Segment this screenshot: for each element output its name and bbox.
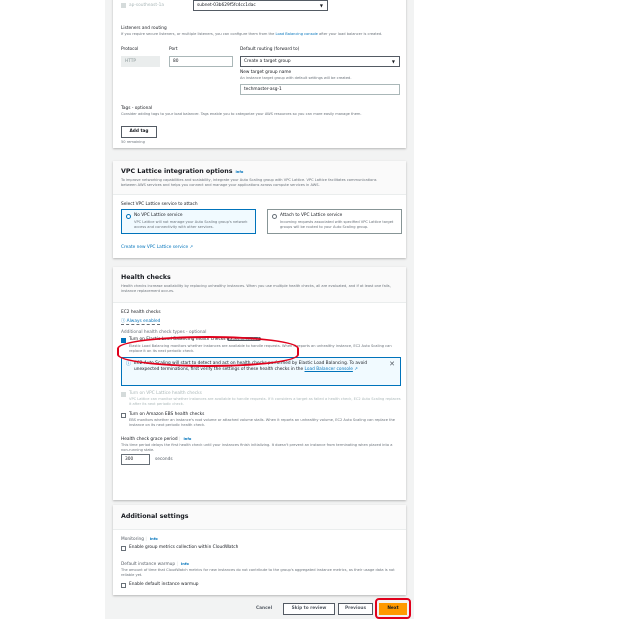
health-title: Health checks (121, 274, 171, 281)
lattice-select-label: Select VPC Lattice service to attach (121, 202, 198, 207)
add-tag-button[interactable]: Add tag (121, 126, 157, 138)
previous-button[interactable]: Previous (338, 603, 373, 615)
az-checkbox[interactable] (121, 3, 126, 8)
lb-console-link[interactable]: Load Balancing console (276, 32, 318, 36)
health-checks-card: Health checks Health checks increase ava… (113, 267, 406, 500)
info-link[interactable]: Info (235, 170, 243, 174)
warmup-label: Default instance warmup | Info (121, 562, 189, 567)
skip-to-review-button[interactable]: Skip to review (283, 603, 335, 615)
tags-title: Tags - optional (121, 106, 153, 111)
tags-remaining: 50 remaining (121, 140, 145, 144)
option-label: Attach to VPC Lattice service (280, 213, 343, 218)
lattice-desc: To improve networking capabilities and s… (121, 178, 377, 187)
listeners-desc: If you require secure listeners, or mult… (121, 32, 383, 36)
additional-hc-label: Additional health check types - optional (121, 330, 207, 335)
health-desc: Health checks increase availability by r… (121, 284, 391, 293)
protocol-field: HTTP (121, 56, 160, 67)
caret-down-icon: ▼ (391, 59, 395, 64)
additional-settings-card: Additional settings Monitoring | Info Ena… (113, 505, 406, 595)
lattice-hc-desc: VPC Lattice can monitor whether instance… (129, 397, 401, 406)
radio-attach-lattice[interactable]: Attach to VPC Lattice service Incoming r… (267, 209, 402, 234)
additional-header: Additional settings (113, 505, 406, 530)
ebs-hc-label: Turn on Amazon EBS health checks (129, 412, 205, 417)
option-desc: Incoming requests associated with specif… (280, 220, 394, 229)
metrics-checkbox[interactable] (121, 546, 126, 551)
grace-label: Health check grace period | Info (121, 437, 192, 442)
lb-console-link[interactable]: Load Balancer console (305, 367, 353, 372)
warmup-checkbox[interactable] (121, 583, 126, 588)
grace-desc: This time period delays the first health… (121, 443, 393, 452)
info-circle-icon: ⓘ (121, 319, 126, 324)
port-label: Port (169, 47, 178, 52)
close-icon[interactable]: ✕ (389, 360, 395, 368)
cancel-button[interactable]: Cancel (256, 606, 272, 611)
tg-name-desc: An instance target group with default se… (240, 76, 352, 80)
radio-unselected-icon (272, 214, 277, 219)
tg-name-input[interactable]: techmaster-asg-1 (240, 84, 400, 95)
lattice-hc-label: Turn on VPC Lattice health checks (129, 391, 202, 396)
create-lattice-link[interactable]: Create new VPC Lattice service ↗ (121, 245, 193, 250)
grace-input[interactable]: 300 (121, 454, 150, 465)
radio-selected-icon (126, 214, 131, 219)
warmup-cb-label: Enable default instance warmup (129, 582, 199, 587)
routing-select[interactable]: Create a target group ▼ (240, 56, 400, 67)
vpc-lattice-card: VPC Lattice integration options Info To i… (113, 161, 406, 258)
subnet-value: subnet-03b629f5fc4cc1dac (197, 3, 256, 8)
info-link[interactable]: Info (150, 537, 158, 541)
info-link[interactable]: Info (183, 437, 191, 441)
annotation-highlight-elb (117, 336, 299, 367)
tags-desc: Consider adding tags to your load balanc… (121, 112, 362, 116)
ec2-hc-label: EC2 health checks (121, 310, 161, 315)
routing-value: Create a target group (244, 59, 291, 64)
option-label: No VPC Lattice service (134, 213, 183, 218)
listeners-title: Listeners and routing (121, 26, 167, 31)
lattice-hc-checkbox (121, 392, 126, 397)
monitoring-label: Monitoring | Info (121, 537, 158, 542)
warmup-desc: The amount of time that CloudWatch metri… (121, 568, 395, 577)
external-link-icon: ↗ (189, 245, 194, 250)
radio-no-lattice[interactable]: No VPC Lattice service VPC Lattice will … (121, 209, 256, 234)
ebs-hc-checkbox[interactable] (121, 413, 126, 418)
metrics-label: Enable group metrics collection within C… (129, 545, 239, 550)
network-card: ap-southeast-1a subnet-03b629f5fc4cc1dac… (113, 0, 406, 148)
caret-down-icon: ▼ (319, 3, 323, 8)
protocol-label: Protocol (121, 47, 139, 52)
grace-unit: seconds (155, 457, 173, 462)
annotation-highlight-next (375, 598, 411, 619)
lattice-header: VPC Lattice integration options Info To i… (113, 161, 406, 195)
routing-label: Default routing (forward to) (240, 47, 300, 52)
health-header: Health checks Health checks increase ava… (113, 267, 406, 303)
option-desc: VPC Lattice will not manage your Auto Sc… (134, 220, 248, 229)
additional-title: Additional settings (121, 513, 189, 520)
port-input[interactable]: 80 (169, 56, 233, 67)
external-link-icon: ↗ (354, 367, 358, 372)
subnet-select[interactable]: subnet-03b629f5fc4cc1dac ▼ (193, 0, 328, 11)
ec2-hc-value: ⓘ Always enabled (121, 319, 161, 325)
info-link[interactable]: Info (181, 562, 189, 566)
lattice-title: VPC Lattice integration options Info (121, 168, 244, 175)
tg-name-label: New target group name (240, 70, 292, 75)
ebs-hc-desc: EBS monitors whether an instance's root … (129, 418, 395, 427)
az-label: ap-southeast-1a (129, 3, 165, 8)
